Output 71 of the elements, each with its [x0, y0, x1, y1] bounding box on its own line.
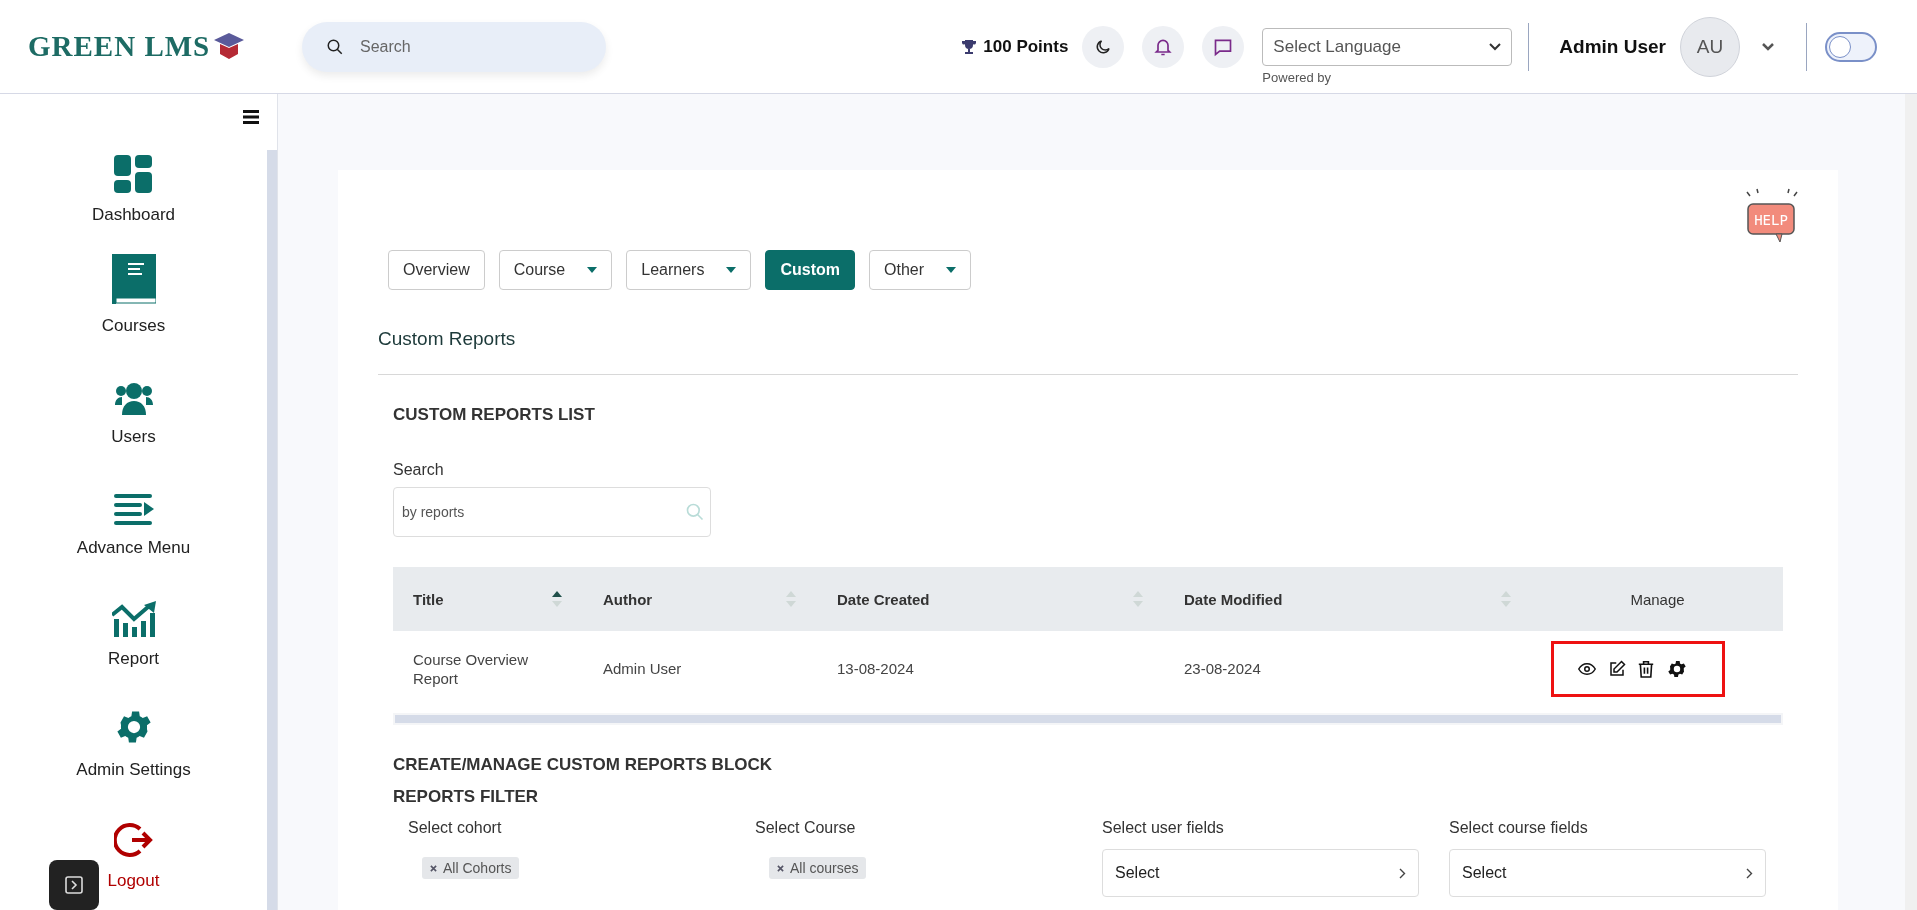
section-heading: CREATE/MANAGE CUSTOM REPORTS BLOCK: [393, 755, 774, 775]
report-search-field[interactable]: by reports: [393, 487, 711, 537]
user-name: Admin User: [1559, 35, 1666, 58]
report-tab[interactable]: Course: [498, 250, 613, 290]
chevron-right-icon: [1746, 867, 1753, 879]
column-header[interactable]: Date Created: [837, 590, 930, 608]
list-arrow-icon: [113, 494, 154, 526]
search-icon: [326, 37, 344, 56]
report-tab[interactable]: Custom: [765, 250, 855, 290]
view-icon[interactable]: [1577, 662, 1596, 676]
scrollbar[interactable]: [267, 150, 277, 910]
table-cell-text: Course Overview Report: [412, 649, 530, 689]
search-field[interactable]: Search: [302, 21, 606, 72]
menu-icon[interactable]: [243, 110, 259, 124]
caret-icon: [587, 267, 598, 273]
filter-chip[interactable]: All Cohorts: [422, 857, 520, 879]
user-avatar[interactable]: AU: [1680, 16, 1740, 77]
sidebar-item[interactable]: Dashboard: [91, 128, 176, 239]
filter-label: Select course fields: [1449, 819, 1589, 837]
page-title: Custom Reports: [378, 328, 1798, 375]
dashboard-icon: [114, 155, 153, 193]
report-tab[interactable]: Learners: [626, 250, 752, 290]
sidebar-item[interactable]: Advance Menu: [76, 461, 191, 572]
sidebar-item[interactable]: Courses: [101, 239, 166, 350]
points-label: 100 Points: [961, 36, 1069, 57]
expand-panel-button[interactable]: [49, 860, 99, 910]
logout-icon: [113, 821, 154, 859]
horizontal-scrollbar[interactable]: [393, 713, 1783, 725]
trash-icon[interactable]: [1637, 660, 1654, 678]
filter-chip[interactable]: All courses: [769, 857, 867, 879]
table-cell-text: Admin User: [602, 659, 683, 679]
sidebar-item[interactable]: Logout: [107, 794, 160, 905]
select-field[interactable]: Select: [1102, 849, 1419, 897]
language-select[interactable]: Select Language: [1262, 28, 1513, 66]
caret-icon: [946, 267, 956, 273]
chart-icon: [111, 601, 156, 637]
chevron-down-icon[interactable]: [1762, 42, 1774, 51]
theme-toggle[interactable]: [1825, 31, 1877, 62]
report-tab[interactable]: Other: [869, 250, 971, 290]
scrollbar[interactable]: [1905, 94, 1917, 910]
chevron-right-icon: [1399, 867, 1406, 879]
column-header[interactable]: Date Modified: [1184, 590, 1283, 608]
search-label: Search: [393, 461, 445, 479]
chevron-down-icon: [1489, 43, 1502, 51]
caret-icon: [726, 267, 737, 273]
edit-icon[interactable]: [1607, 660, 1626, 678]
users-icon: [114, 381, 153, 415]
remove-icon[interactable]: [777, 864, 784, 872]
column-header: Manage: [1630, 590, 1685, 608]
trophy-icon: [961, 38, 978, 55]
sidebar-item[interactable]: Admin Settings: [76, 683, 191, 794]
filter-label: Select Course: [755, 819, 857, 837]
powered-by-text: Powered by: [1262, 70, 1332, 85]
book-icon: [111, 254, 156, 304]
sidebar-item[interactable]: Report: [108, 572, 159, 683]
section-heading: CUSTOM REPORTS LIST: [393, 405, 596, 425]
remove-icon[interactable]: [430, 864, 437, 872]
sidebar-item[interactable]: Users: [111, 350, 156, 461]
section-heading: REPORTS FILTER: [393, 787, 540, 807]
chevron-right-icon: [64, 875, 84, 895]
table-cell-text: 23-08-2024: [1183, 659, 1262, 679]
select-field[interactable]: Select: [1449, 849, 1766, 897]
report-tab[interactable]: Overview: [388, 250, 485, 290]
search-icon: [685, 502, 705, 522]
filter-label: Select user fields: [1102, 819, 1225, 837]
settings-icon[interactable]: [1665, 658, 1688, 680]
logo-text: GREEN LMS: [28, 30, 211, 63]
column-header[interactable]: Author: [603, 590, 653, 608]
filter-label: Select cohort: [408, 819, 503, 837]
table-cell-text: 13-08-2024: [836, 659, 915, 679]
column-header[interactable]: Title: [413, 590, 444, 608]
